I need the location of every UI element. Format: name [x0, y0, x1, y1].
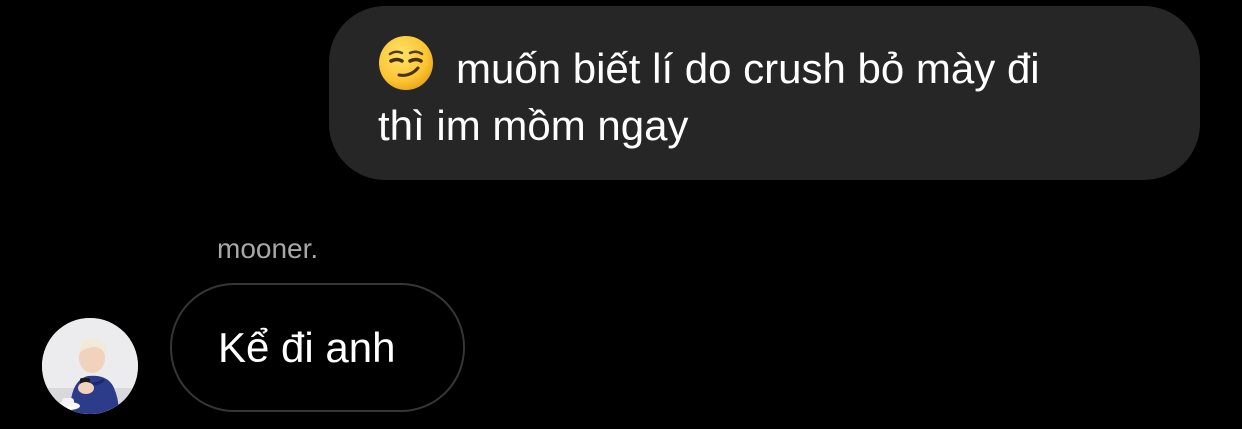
outgoing-message-line-1: muốn biết lí do crush bỏ mày đi: [456, 45, 1040, 92]
incoming-message-bubble[interactable]: Kể đi anh: [170, 283, 465, 412]
avatar-photo-icon: [42, 318, 138, 414]
sender-avatar[interactable]: [42, 318, 138, 414]
outgoing-message-text: muốn biết lí do crush bỏ mày đi thì im m…: [378, 35, 1160, 154]
sender-name[interactable]: mooner.: [217, 232, 318, 266]
outgoing-message-line-2: thì im mồm ngay: [378, 102, 689, 149]
outgoing-message-bubble[interactable]: muốn biết lí do crush bỏ mày đi thì im m…: [329, 6, 1200, 180]
incoming-message-text: Kể đi anh: [218, 323, 396, 371]
smirking-face-emoji-icon: [378, 35, 434, 91]
